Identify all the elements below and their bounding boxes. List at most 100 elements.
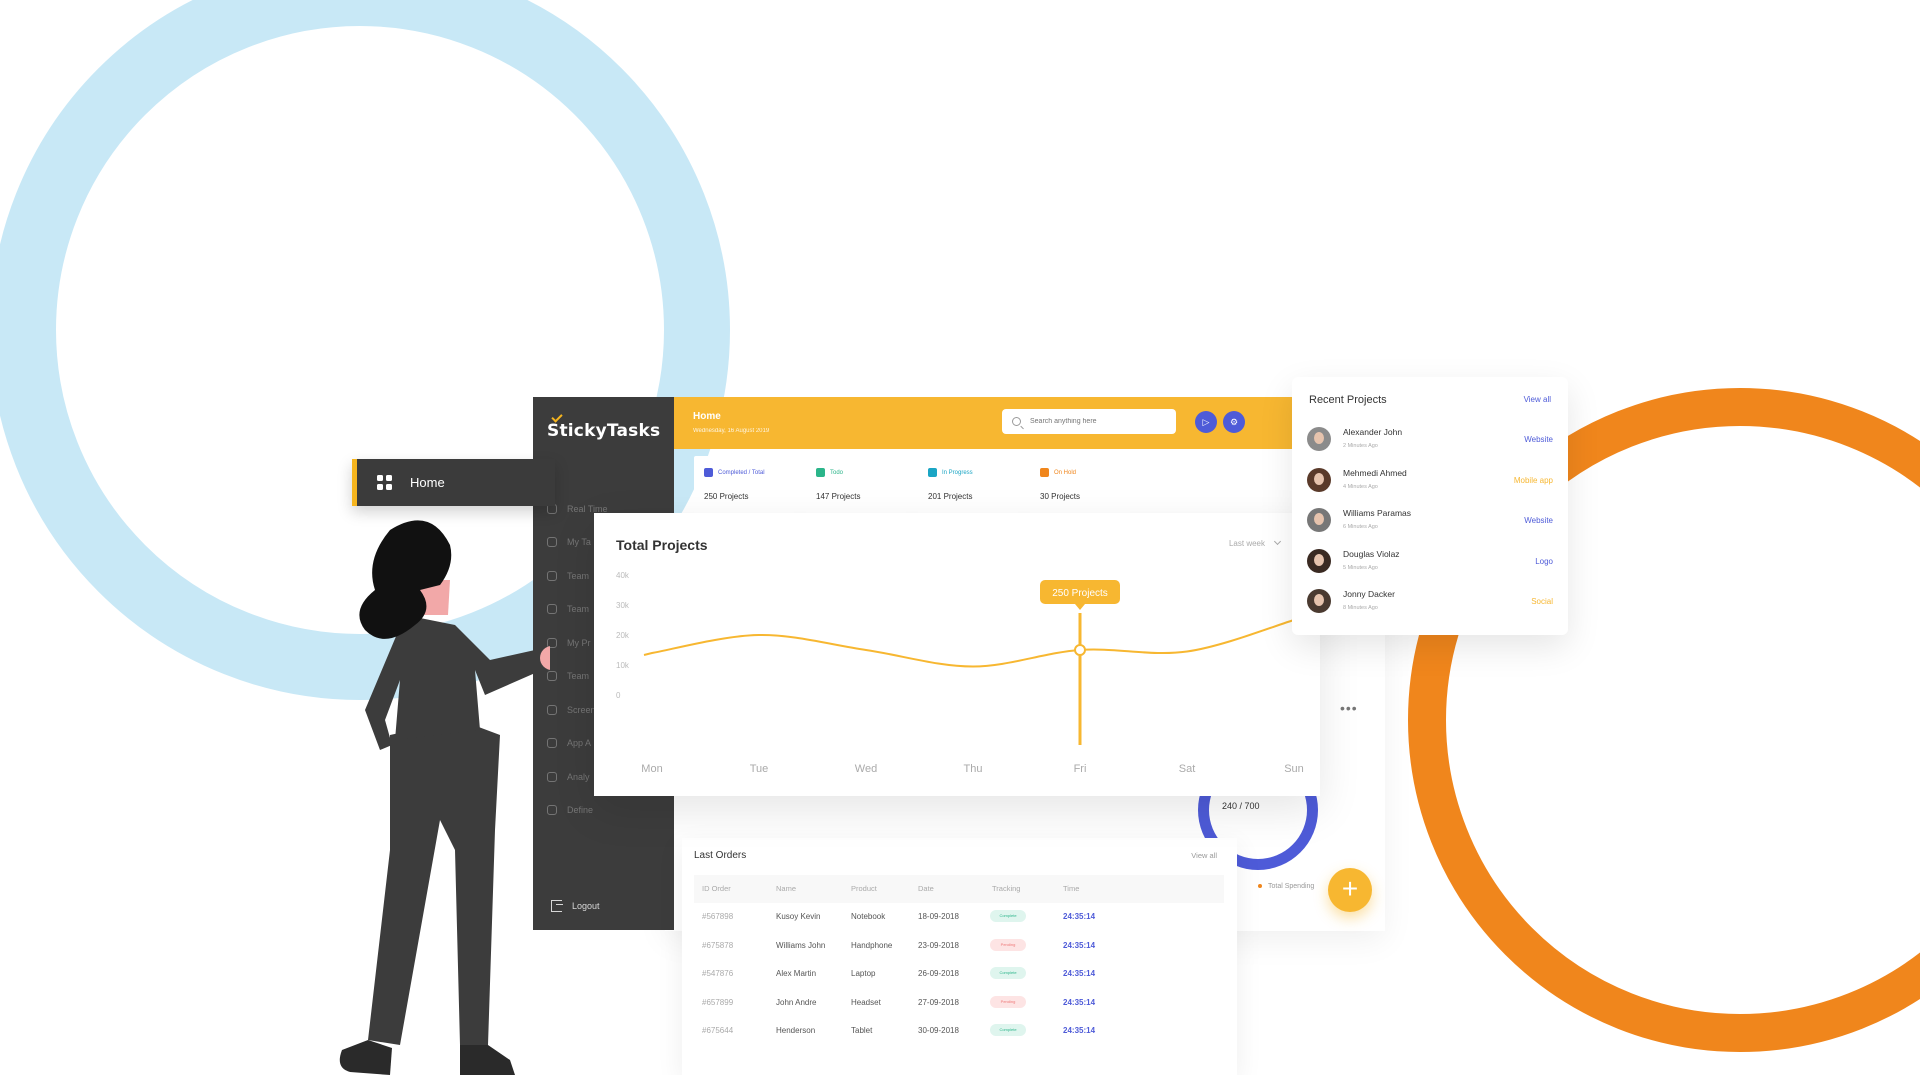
x-tick-label: Wed — [855, 763, 877, 775]
column-header: ID Order — [702, 884, 731, 893]
column-header: Time — [1063, 884, 1080, 893]
sidebar-item-9[interactable]: Define — [533, 794, 674, 828]
x-tick-label: Sat — [1179, 763, 1196, 775]
order-name: John Andre — [776, 997, 817, 1007]
recent-project-text: Jonny Dacker 8 Minutes Ago — [1343, 589, 1395, 611]
breadcrumb[interactable]: Home — [693, 411, 721, 422]
x-tick-label: Thu — [964, 763, 983, 775]
stat-icon — [704, 468, 713, 477]
sidebar-item-label: Screen — [567, 704, 596, 715]
header-bar: Home Wednesday, 16 August 2019 ▷ ⚙ — [674, 397, 1309, 449]
order-product: Laptop — [851, 969, 876, 978]
recent-project-text: Alexander John 2 Minutes Ago — [1343, 427, 1402, 449]
recent-project-item[interactable]: Jonny Dacker 8 Minutes Ago Social — [1307, 589, 1553, 630]
grid-icon — [377, 475, 392, 490]
recent-project-tag[interactable]: Website — [1524, 435, 1553, 444]
table-row[interactable]: #567898 Kusoy Kevin Notebook 18-09-2018 Comp… — [694, 903, 1224, 932]
order-date: 27-09-2018 — [918, 997, 959, 1007]
stat-icon — [1040, 468, 1049, 477]
table-row[interactable]: #675878 Williams John Handphone 23-09-2018 P… — [694, 932, 1224, 961]
search-box[interactable] — [1002, 409, 1176, 434]
recent-project-item[interactable]: Douglas Violaz 5 Minutes Ago Logo — [1307, 548, 1553, 590]
recent-project-time: 5 Minutes Ago — [1343, 564, 1378, 571]
order-id: #567898 — [702, 912, 734, 921]
order-time: 24:35:14 — [1063, 1026, 1096, 1035]
column-header: Product — [851, 884, 877, 893]
play-button[interactable]: ▷ — [1195, 411, 1217, 433]
order-product: Tablet — [851, 1026, 873, 1035]
order-date: 30-09-2018 — [918, 1026, 959, 1035]
avatar — [1307, 548, 1331, 573]
table-row[interactable]: #657899 John Andre Headset 27-09-2018 Pendin… — [694, 989, 1224, 1018]
stat-label-text: In Progress — [942, 469, 973, 476]
x-tick-label: Fri — [1074, 763, 1087, 775]
tooltip-arrow — [1075, 604, 1085, 610]
add-button[interactable]: + — [1328, 868, 1372, 912]
order-name: Kusoy Kevin — [776, 912, 821, 921]
avatar — [1307, 508, 1331, 532]
recent-projects-card: Recent Projects View all Alexander John 2… — [1292, 377, 1568, 635]
column-header: Tracking — [992, 884, 1021, 893]
stat-value: 250 Projects — [704, 492, 749, 501]
table-row[interactable]: #547876 Alex Martin Laptop 26-09-2018 Comple… — [694, 960, 1224, 989]
orders-table-body: #567898 Kusoy Kevin Notebook 18-09-2018 Comp… — [694, 903, 1224, 1046]
gear-icon: ⚙ — [1229, 416, 1239, 427]
recent-projects-title: Recent Projects — [1309, 394, 1387, 406]
sidebar-item-label: Team — [567, 604, 590, 615]
recent-project-name: Mehmedi Ahmed — [1343, 467, 1407, 478]
sidebar-item-home[interactable]: Home — [352, 459, 555, 506]
recent-project-name: Douglas Violaz — [1343, 548, 1400, 559]
tracking-badge: Complete — [990, 967, 1026, 979]
plus-icon: + — [1341, 873, 1359, 904]
y-tick-label: 30k — [616, 601, 630, 610]
sidebar-item-label: App A — [567, 738, 592, 749]
last-orders-card: Last Orders View all ID Order Name Product… — [682, 838, 1237, 1075]
recent-project-text: Williams Paramas 6 Minutes Ago — [1343, 508, 1411, 530]
tracking-badge: Complete — [990, 910, 1026, 922]
stat-card[interactable]: On Hold 30 Projects — [1030, 456, 1130, 514]
recent-view-all-link[interactable]: View all — [1524, 395, 1551, 404]
recent-project-item[interactable]: Williams Paramas 6 Minutes Ago Website — [1307, 508, 1553, 549]
order-name: Williams John — [776, 940, 826, 950]
stat-value: 30 Projects — [1040, 492, 1081, 501]
recent-project-item[interactable]: Alexander John 2 Minutes Ago Website — [1307, 427, 1553, 468]
play-icon: ▷ — [1202, 416, 1210, 427]
order-time: 24:35:14 — [1063, 969, 1096, 978]
stat-label: Todo — [816, 468, 906, 477]
order-time: 24:35:14 — [1063, 912, 1096, 921]
stat-label-text: Todo — [830, 469, 844, 476]
settings-button[interactable]: ⚙ — [1223, 411, 1245, 433]
order-name: Alex Martin — [776, 969, 817, 978]
order-id: #547876 — [702, 969, 734, 978]
stat-card[interactable]: Todo 147 Projects — [806, 456, 906, 514]
sidebar-item-label: Home — [410, 475, 445, 490]
logout-button[interactable]: Logout — [551, 900, 600, 912]
logout-icon — [551, 900, 563, 912]
search-input[interactable] — [1030, 418, 1160, 425]
avatar — [1307, 467, 1331, 492]
y-tick-label: 10k — [616, 661, 630, 670]
recent-project-tag[interactable]: Mobile app — [1514, 476, 1553, 485]
stat-label: On Hold — [1040, 468, 1130, 477]
recent-project-name: Alexander John — [1343, 427, 1403, 437]
recent-project-text: Mehmedi Ahmed 4 Minutes Ago — [1343, 468, 1407, 490]
stat-card[interactable]: In Progress 201 Projects — [918, 456, 1018, 514]
stat-label-text: On Hold — [1054, 469, 1077, 476]
stat-cards: Completed / Total 250 Projects Todo 147 Pro… — [694, 456, 1142, 514]
orders-title: Last Orders — [694, 850, 747, 861]
stat-value: 201 Projects — [928, 492, 973, 501]
more-options-icon[interactable]: ••• — [1340, 700, 1358, 716]
scene: { "app": { "name": "StickyTasks" }, "sid… — [0, 0, 1920, 1075]
recent-project-tag[interactable]: Logo — [1535, 557, 1553, 566]
recent-project-tag[interactable]: Social — [1531, 597, 1553, 606]
table-row[interactable]: #675644 Henderson Tablet 30-09-2018 Complete… — [694, 1017, 1224, 1046]
sidebar-item-label: Team — [567, 570, 590, 581]
stat-card[interactable]: Completed / Total 250 Projects — [694, 456, 794, 514]
order-date: 18-09-2018 — [918, 912, 959, 921]
recent-project-item[interactable]: Mehmedi Ahmed 4 Minutes Ago Mobile app — [1307, 467, 1553, 509]
total-projects-chart: 40k 30k 20k 10k 0 Mon Tue Wed Thu Fri Sat Sun 250 Pr… — [616, 571, 1304, 775]
recent-project-tag[interactable]: Website — [1524, 516, 1553, 525]
orders-view-all-link[interactable]: View all — [1191, 851, 1217, 860]
stat-icon — [928, 468, 937, 477]
stat-label: In Progress — [928, 468, 1018, 477]
